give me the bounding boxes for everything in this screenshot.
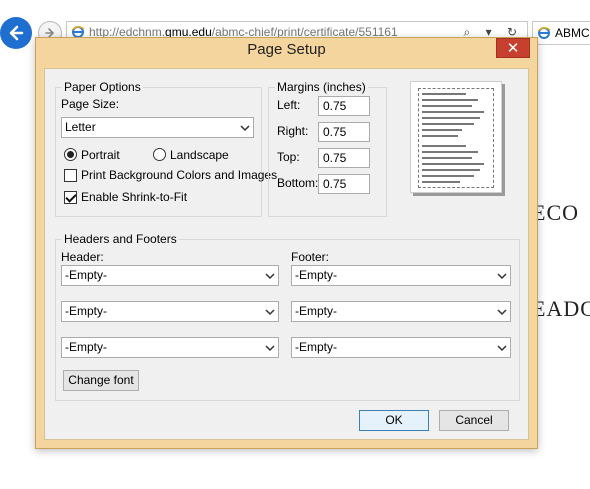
- shrink-to-fit-label[interactable]: Enable Shrink-to-Fit: [81, 190, 187, 204]
- preview-text-line: [422, 93, 466, 95]
- bottom-margin-input[interactable]: 0.75: [318, 174, 370, 194]
- browser-tab[interactable]: ABMC: [532, 21, 590, 45]
- tab-title: ABMC: [555, 26, 590, 40]
- header-select-value: -Empty-: [65, 268, 107, 282]
- margins-group: Margins (inches) Left: 0.75 Right: 0.75 …: [268, 80, 387, 217]
- left-margin-label: Left:: [277, 98, 301, 112]
- page-size-select[interactable]: Letter: [61, 117, 254, 138]
- page-text-fragment: ECO: [532, 200, 579, 225]
- back-button[interactable]: [0, 17, 32, 49]
- ie-tab-icon: [537, 27, 551, 39]
- footer-select-3[interactable]: -Empty-: [291, 337, 511, 358]
- close-button[interactable]: ✕: [496, 38, 530, 58]
- chevron-down-icon: [265, 345, 275, 352]
- preview-text-line: [422, 157, 472, 159]
- arrow-left-icon: [9, 25, 24, 41]
- preview-text-line: [422, 99, 478, 101]
- print-background-checkbox[interactable]: [64, 169, 77, 182]
- chevron-down-icon: [497, 345, 507, 352]
- header-select-value: -Empty-: [65, 304, 107, 318]
- preview-text-line: [422, 151, 478, 153]
- top-margin-label: Top:: [277, 150, 300, 164]
- right-margin-input[interactable]: 0.75: [318, 122, 370, 142]
- top-margin-input[interactable]: 0.75: [318, 148, 370, 168]
- footer-label: Footer:: [291, 250, 330, 264]
- preview-text-line: [422, 135, 458, 137]
- header-select-3[interactable]: -Empty-: [61, 337, 279, 358]
- preview-text-line: [422, 105, 472, 107]
- portrait-radio[interactable]: [64, 148, 77, 161]
- footer-select-2[interactable]: -Empty-: [291, 301, 511, 322]
- preview-text-line: [422, 117, 480, 119]
- preview-text-line: [422, 123, 474, 125]
- preview-text-line: [422, 145, 466, 147]
- portrait-label[interactable]: Portrait: [81, 148, 120, 162]
- chevron-down-icon: [265, 309, 275, 316]
- change-font-button[interactable]: Change font: [63, 370, 139, 391]
- preview-text-line: [422, 111, 484, 113]
- cancel-button[interactable]: Cancel: [439, 410, 509, 431]
- chevron-down-icon: [265, 273, 275, 280]
- ok-button[interactable]: OK: [359, 410, 429, 431]
- page-size-label: Page Size:: [61, 97, 120, 111]
- preview-text-line: [422, 175, 474, 177]
- chevron-down-icon: [497, 273, 507, 280]
- dialog-title: Page Setup: [247, 41, 326, 58]
- right-margin-label: Right:: [277, 124, 309, 138]
- left-margin-input[interactable]: 0.75: [318, 96, 370, 116]
- shrink-to-fit-checkbox[interactable]: [64, 191, 77, 204]
- header-label: Header:: [61, 250, 104, 264]
- footer-select-1[interactable]: -Empty-: [291, 265, 511, 286]
- page-setup-dialog: Page Setup ✕ Paper Options Page Size: Le…: [35, 37, 538, 449]
- footer-select-value: -Empty-: [295, 340, 337, 354]
- preview-text-line: [422, 129, 462, 131]
- header-select-2[interactable]: -Empty-: [61, 301, 279, 322]
- preview-text-line: [422, 163, 484, 165]
- page-preview: [410, 81, 502, 193]
- margins-legend: Margins (inches): [275, 80, 368, 94]
- landscape-label[interactable]: Landscape: [170, 148, 229, 162]
- headers-footers-group: Headers and Footers Header: Footer: -Emp…: [55, 232, 520, 401]
- chevron-down-icon: [497, 309, 507, 316]
- header-select-1[interactable]: -Empty-: [61, 265, 279, 286]
- bottom-margin-label: Bottom:: [277, 176, 319, 190]
- preview-text-line: [422, 169, 480, 171]
- page-text-fragment: EADO: [532, 296, 590, 321]
- print-background-label[interactable]: Print Background Colors and Images: [81, 168, 277, 182]
- footer-select-value: -Empty-: [295, 268, 337, 282]
- preview-margin-outline: [418, 88, 494, 188]
- dialog-body: Paper Options Page Size: Letter Portrait…: [44, 68, 529, 440]
- preview-text-line: [422, 181, 460, 183]
- chevron-down-icon: [240, 125, 250, 132]
- paper-options-group: Paper Options Page Size: Letter Portrait…: [55, 80, 277, 217]
- landscape-radio[interactable]: [153, 148, 166, 161]
- paper-options-legend: Paper Options: [62, 80, 143, 94]
- header-select-value: -Empty-: [65, 340, 107, 354]
- headers-footers-legend: Headers and Footers: [62, 232, 179, 246]
- page-size-value: Letter: [65, 120, 96, 134]
- footer-select-value: -Empty-: [295, 304, 337, 318]
